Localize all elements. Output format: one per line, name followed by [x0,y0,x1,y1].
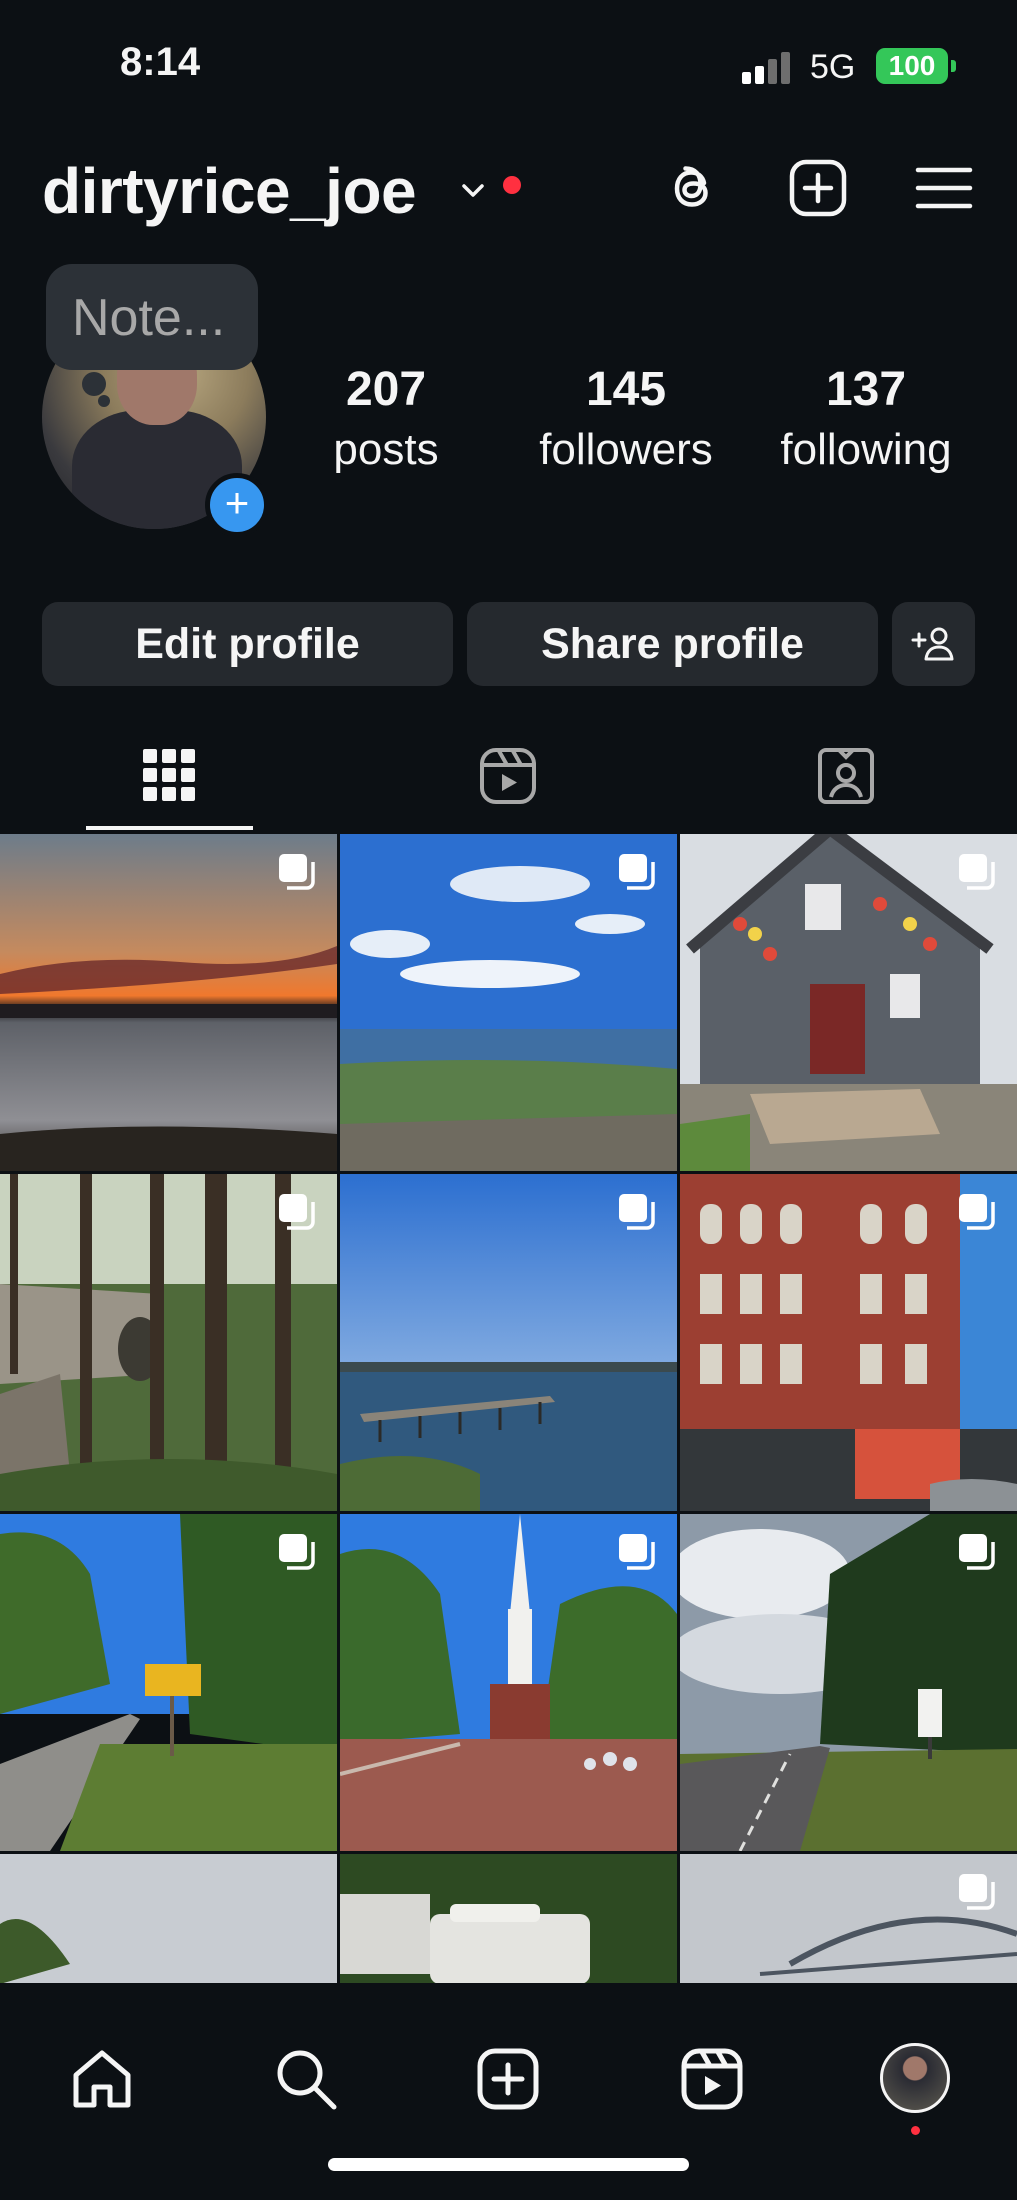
posts-count: 207 [345,363,427,416]
multiple-photos-icon [619,1194,655,1230]
multiple-photos-icon [279,1194,315,1230]
multiple-photos-icon [279,1534,315,1570]
tab-reels[interactable] [424,735,594,829]
tab-tagged[interactable] [762,735,932,829]
network-type: 5G [810,48,856,86]
username-switcher[interactable]: dirtyrice_joe [42,154,417,228]
followers-count: 145 [585,363,667,416]
profile-header: dirtyrice_joe [0,140,1017,250]
followers-label: followers [539,425,713,474]
posts-stat[interactable]: 207 posts [300,362,472,475]
home-indicator [328,2158,689,2171]
grid-post-buoy-shop[interactable] [680,834,1017,1171]
multiple-photos-icon [959,1194,995,1230]
multiple-photos-icon [619,1534,655,1570]
following-count: 137 [825,363,907,416]
notification-dot [503,176,521,194]
profile-nav-avatar[interactable] [880,2043,950,2113]
following-stat[interactable]: 137 following [760,362,972,475]
multiple-photos-icon [959,1534,995,1570]
grid-post-bridge-sky[interactable] [680,1854,1017,1984]
tagged-icon [818,748,874,804]
multiple-photos-icon [279,854,315,890]
grid-post-harbor-pier[interactable] [340,1174,677,1511]
share-profile-button[interactable]: Share profile [467,602,878,686]
status-time: 8:14 [120,40,201,84]
tab-grid[interactable] [86,735,256,829]
grid-post-highway-clouds[interactable] [680,1514,1017,1851]
threads-icon[interactable] [660,156,724,220]
active-tab-indicator [86,826,253,830]
chevron-down-icon[interactable] [458,176,488,206]
posts-label: posts [333,425,439,474]
note-bubble[interactable]: Note... [46,264,258,370]
post-image [0,1854,337,1984]
note-bubble-tail [82,372,106,396]
grid-post-cloudy-trees[interactable] [0,1854,337,1984]
note-bubble-tail-small [98,395,110,407]
reels-nav-icon[interactable] [678,2045,746,2113]
multiple-photos-icon [619,854,655,890]
grid-post-town-church[interactable] [340,1514,677,1851]
grid-post-country-road[interactable] [0,1514,337,1851]
battery-icon: 100 [876,48,948,84]
edit-profile-button[interactable]: Edit profile [42,602,453,686]
following-label: following [780,425,952,474]
grid-post-camper-vans[interactable] [340,1854,677,1984]
multiple-photos-icon [959,1874,995,1910]
status-bar: 8:14 5G 100 [0,0,1017,140]
create-post-icon[interactable] [474,2045,542,2113]
grid-post-forest-bridge[interactable] [0,1174,337,1511]
add-story-button[interactable]: + [205,473,269,537]
add-person-icon [911,627,954,661]
signal-icon [742,52,794,84]
post-image [340,1854,677,1984]
grid-post-sunset[interactable] [0,834,337,1171]
followers-stat[interactable]: 145 followers [520,362,732,475]
multiple-photos-icon [959,854,995,890]
battery-tip [951,60,956,72]
grid-post-coastal-overlook[interactable] [340,834,677,1171]
create-icon[interactable] [786,156,850,220]
grid-icon [143,749,195,801]
reels-icon [480,748,536,804]
post-grid [0,834,1017,1984]
profile-notification-dot [911,2126,920,2135]
menu-icon[interactable] [912,156,976,220]
search-icon[interactable] [272,2045,340,2113]
grid-post-brick-building[interactable] [680,1174,1017,1511]
discover-people-button[interactable] [892,602,975,686]
home-icon[interactable] [68,2045,136,2113]
